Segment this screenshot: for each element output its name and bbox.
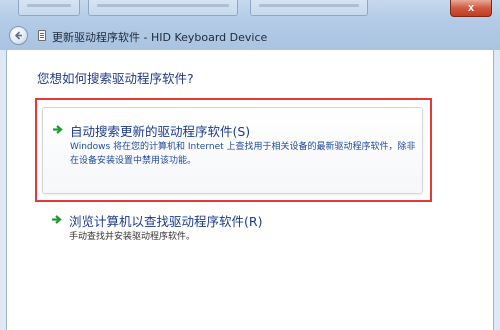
- back-arrow-icon: [14, 31, 22, 40]
- auto-search-option[interactable]: 自动搜索更新的驱动程序软件(S) Windows 将在您的计算机和 Intern…: [42, 107, 423, 194]
- browse-computer-title: 浏览计算机以查找驱动程序软件(R): [69, 214, 263, 229]
- close-icon: x: [467, 2, 475, 14]
- window-title: 更新驱动程序软件 - HID Keyboard Device: [52, 31, 268, 44]
- background-window: [18, 0, 80, 16]
- title-bar: x 更新驱动程序软件 - HID Keyboard Device: [0, 0, 500, 50]
- close-button[interactable]: x: [450, 0, 492, 17]
- auto-search-title: 自动搜索更新的驱动程序软件(S): [70, 124, 251, 139]
- green-arrow-icon: [53, 125, 63, 134]
- browse-computer-description: 手动查找并安装驱动程序软件。: [69, 232, 196, 242]
- auto-search-description: Windows 将在您的计算机和 Internet 上查找用于相关设备的最新驱动…: [70, 142, 416, 166]
- background-window: [250, 0, 368, 16]
- back-button[interactable]: [9, 26, 28, 45]
- dialog-question: 您想如何搜索驱动程序软件?: [37, 71, 194, 86]
- green-arrow-icon: [52, 215, 62, 224]
- device-icon: [38, 30, 46, 41]
- browse-computer-option[interactable]: 浏览计算机以查找驱动程序软件(R) 手动查找并安装驱动程序软件。: [42, 206, 423, 254]
- dialog-content: 您想如何搜索驱动程序软件? 自动搜索更新的驱动程序软件(S) Windows 将…: [6, 50, 494, 330]
- background-window: [88, 0, 238, 16]
